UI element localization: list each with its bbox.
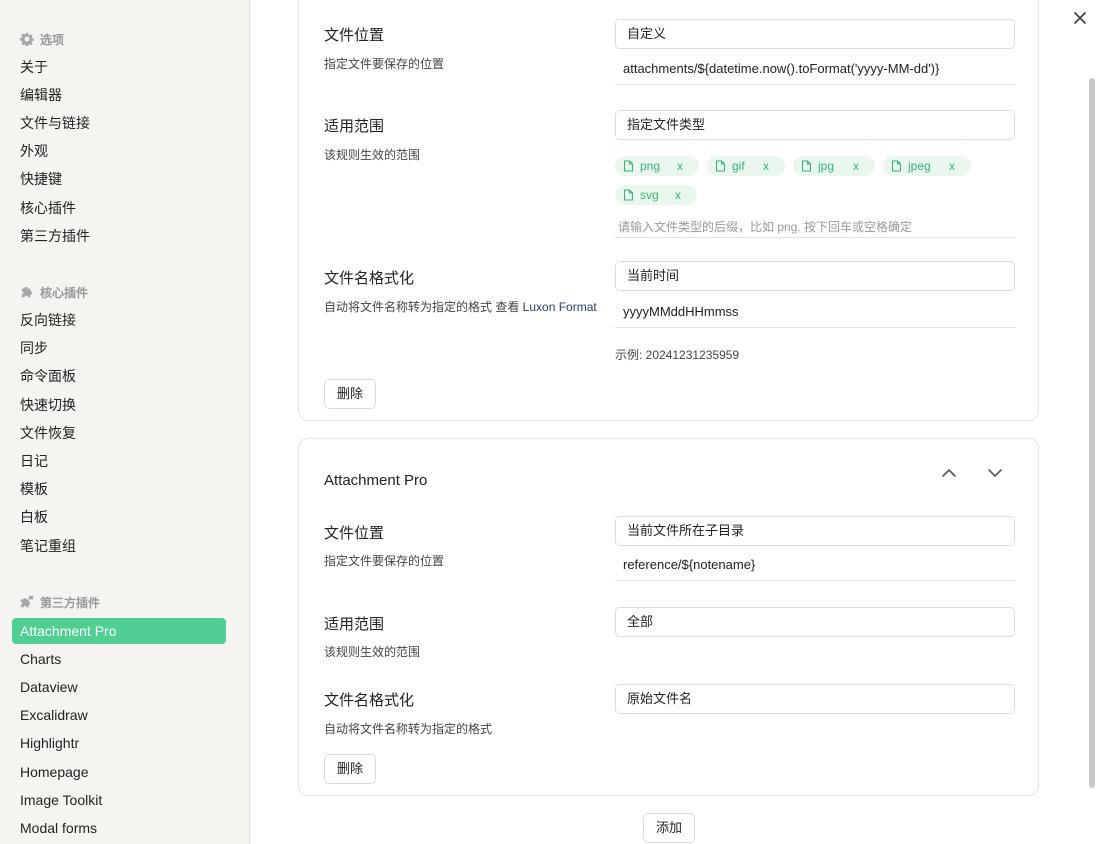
sidebar-item-editor[interactable]: 编辑器	[12, 82, 226, 108]
naming-select[interactable]: 原始文件名	[615, 684, 1015, 714]
location-select[interactable]: 自定义	[615, 19, 1015, 49]
location-select[interactable]: 当前文件所在子目录	[615, 516, 1015, 546]
move-up-button[interactable]	[939, 463, 959, 483]
scope-desc: 该规则生效的范围	[324, 645, 421, 659]
sidebar-item-core-plugins[interactable]: 核心插件	[12, 195, 226, 221]
sidebar-item-quick-switcher[interactable]: 快速切换	[12, 392, 226, 418]
tag-label: gif	[732, 159, 745, 173]
scope-title: 适用范围	[324, 616, 385, 633]
sidebar-item-appearance[interactable]: 外观	[12, 138, 226, 164]
sidebar-item-dataview[interactable]: Dataview	[12, 674, 226, 700]
puzzle-icon	[21, 286, 33, 298]
scope-select[interactable]: 全部	[615, 607, 1015, 637]
file-type-tag: jpg x	[793, 156, 875, 176]
chevron-up-icon	[942, 469, 956, 477]
sidebar-item-hotkeys[interactable]: 快捷键	[12, 166, 226, 192]
scope-desc: 该规则生效的范围	[324, 148, 421, 162]
file-icon	[891, 160, 902, 172]
sidebar-item-community-plugins[interactable]: 第三方插件	[12, 223, 226, 249]
naming-example: 示例: 20241231235959	[615, 348, 740, 362]
location-title: 文件位置	[324, 27, 385, 44]
sidebar-item-about[interactable]: 关于	[12, 54, 226, 80]
options-header-label: 选项	[40, 32, 65, 47]
plugins-icon	[20, 595, 34, 608]
chevron-down-icon	[988, 469, 1002, 477]
tag-remove-button[interactable]: x	[675, 185, 681, 205]
tag-remove-button[interactable]: x	[763, 156, 769, 176]
location-path-input[interactable]: attachments/${datetime.now().toFormat('y…	[615, 53, 1015, 85]
naming-desc-text: 自动将文件名称转为指定的格式 查看	[324, 300, 523, 314]
file-icon	[715, 160, 726, 172]
sidebar-item-command-palette[interactable]: 命令面板	[12, 363, 226, 389]
file-icon	[623, 189, 634, 201]
options-header: 选项	[20, 31, 64, 47]
file-type-tag: jpeg x	[883, 156, 971, 176]
naming-format-input[interactable]: yyyyMMddHHmmss	[615, 296, 1015, 328]
location-title: 文件位置	[324, 525, 385, 542]
tag-label: jpeg	[908, 159, 931, 173]
sidebar-item-image-toolkit[interactable]: Image Toolkit	[12, 787, 226, 813]
sidebar-item-excalidraw[interactable]: Excalidraw	[12, 702, 226, 728]
tag-remove-button[interactable]: x	[677, 156, 683, 176]
close-icon	[1074, 12, 1086, 24]
gear-icon	[20, 32, 34, 46]
file-type-tag: svg x	[615, 185, 697, 205]
sidebar-item-homepage[interactable]: Homepage	[12, 759, 226, 785]
tag-remove-button[interactable]: x	[853, 156, 859, 176]
settings-sidebar: 选项 关于 编辑器 文件与链接 外观 快捷键 核心插件 第三方插件 核心插件 反…	[0, 0, 250, 844]
file-type-input[interactable]: 请输入文件类型的后缀，比如 png. 按下回车或空格确定	[615, 218, 1015, 238]
sidebar-item-daily-notes[interactable]: 日记	[12, 448, 226, 474]
rule-card-2: Attachment Pro 文件位置 指定文件要保存的位置 当前文件所在子目录…	[298, 438, 1039, 796]
naming-title: 文件名格式化	[324, 692, 415, 709]
community-plugins-header: 第三方插件	[20, 594, 100, 610]
location-desc: 指定文件要保存的位置	[324, 554, 445, 568]
tag-label: png	[640, 159, 661, 173]
scrollbar[interactable]	[1089, 78, 1095, 788]
move-down-button[interactable]	[985, 463, 1005, 483]
delete-button[interactable]: 删除	[324, 379, 376, 409]
rule-name: Attachment Pro	[324, 472, 428, 489]
sidebar-item-sync[interactable]: 同步	[12, 335, 226, 361]
add-rule-button[interactable]: 添加	[643, 813, 695, 843]
sidebar-item-highlightr[interactable]: Highlightr	[12, 730, 226, 756]
luxon-format-link[interactable]: Luxon Format	[523, 300, 597, 314]
file-icon	[801, 160, 812, 172]
scope-select[interactable]: 指定文件类型	[615, 110, 1015, 140]
sidebar-item-backlinks[interactable]: 反向链接	[12, 307, 226, 333]
sidebar-item-file-recovery[interactable]: 文件恢复	[12, 420, 226, 446]
tag-remove-button[interactable]: x	[949, 156, 955, 176]
file-type-tag: gif x	[707, 156, 785, 176]
scope-title: 适用范围	[324, 118, 385, 135]
tag-label: svg	[640, 188, 659, 202]
naming-select[interactable]: 当前时间	[615, 261, 1015, 291]
file-type-tag: png x	[615, 156, 699, 176]
file-icon	[623, 160, 634, 172]
sidebar-item-charts[interactable]: Charts	[12, 646, 226, 672]
naming-title: 文件名格式化	[324, 270, 415, 287]
location-desc: 指定文件要保存的位置	[324, 57, 445, 71]
sidebar-item-templates[interactable]: 模板	[12, 476, 226, 502]
tag-label: jpg	[818, 159, 835, 173]
sidebar-item-note-composer[interactable]: 笔记重组	[12, 533, 226, 559]
community-plugins-header-label: 第三方插件	[40, 595, 101, 610]
location-path-input[interactable]: reference/${notename}	[615, 549, 1015, 581]
close-button[interactable]	[1070, 8, 1090, 28]
sidebar-item-files-links[interactable]: 文件与链接	[12, 110, 226, 136]
sidebar-item-canvas[interactable]: 白板	[12, 504, 226, 530]
delete-button[interactable]: 删除	[324, 754, 376, 784]
rule-card-1: 文件位置 指定文件要保存的位置 自定义 attachments/${dateti…	[298, 0, 1039, 421]
naming-desc: 自动将文件名称转为指定的格式 查看 Luxon Format	[324, 298, 597, 315]
core-plugins-header: 核心插件	[20, 284, 88, 300]
naming-desc: 自动将文件名称转为指定的格式	[324, 722, 493, 736]
core-plugins-header-label: 核心插件	[40, 285, 89, 300]
sidebar-item-attachment-pro[interactable]: Attachment Pro	[12, 618, 226, 644]
sidebar-item-modal-forms[interactable]: Modal forms	[12, 815, 226, 841]
